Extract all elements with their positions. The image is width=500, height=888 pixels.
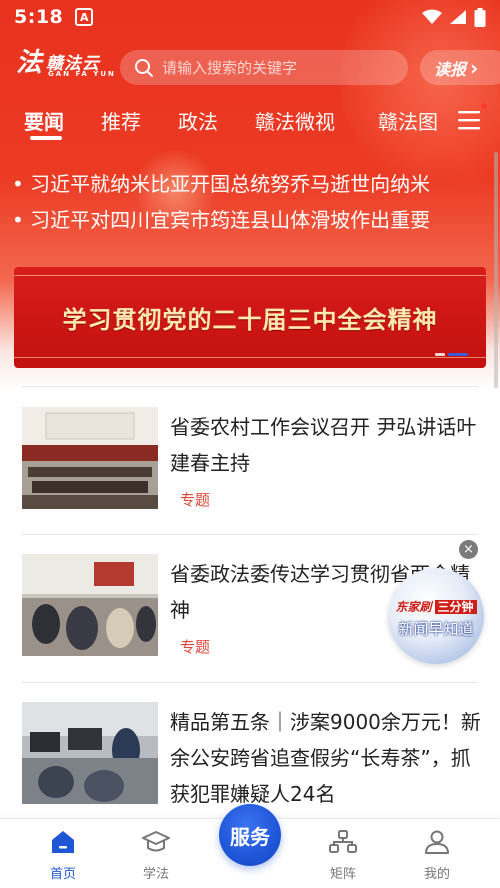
tab-micro-video[interactable]: 赣法微视 xyxy=(255,106,335,135)
nav-mine-label: 我的 xyxy=(423,867,450,882)
float-card-brand-a: 东家刷 xyxy=(395,600,432,614)
logo-mark: 法 xyxy=(16,48,43,78)
notification-dot xyxy=(481,103,487,109)
status-bar: 5:18 A xyxy=(0,0,500,34)
promo-banner[interactable]: 学习贯彻党的二十届三中全会精神 xyxy=(14,267,486,368)
nav-home-label: 首页 xyxy=(49,867,76,882)
divider xyxy=(22,534,478,535)
home-icon xyxy=(52,831,74,853)
user-icon xyxy=(425,830,449,854)
network-icon xyxy=(329,830,357,853)
ticker-item[interactable]: • 习近平就纳米比亚开国总统努乔马逝世向纳米 xyxy=(12,168,492,204)
news-thumbnail xyxy=(22,702,158,804)
search-icon xyxy=(135,58,153,77)
divider xyxy=(22,682,478,683)
nav-mine[interactable]: 我的 xyxy=(402,829,472,882)
float-card-brand: 东家刷 三分钟 xyxy=(388,598,484,615)
nav-matrix[interactable]: 矩阵 xyxy=(308,829,378,882)
read-label: 读报 xyxy=(434,59,467,79)
chevron-right-icon: › xyxy=(470,55,479,80)
banner-dot-active xyxy=(448,353,468,356)
news-title: 精品第五条｜涉案9000余万元！新余公安跨省追查假劣“长寿茶”，抓获犯罪嫌疑人2… xyxy=(170,710,481,806)
notification-app-icon: A xyxy=(75,8,94,26)
menu-icon[interactable] xyxy=(456,108,482,132)
battery-icon xyxy=(474,7,486,27)
news-item[interactable]: 省委农村工作会议召开 尹弘讲话叶建春主持 专题 xyxy=(22,407,478,509)
logo-pinyin: GAN FA YUN xyxy=(48,70,116,78)
news-tag[interactable]: 专题 xyxy=(180,636,210,657)
tab-pictures[interactable]: 赣法图 xyxy=(378,106,438,135)
status-icons xyxy=(422,7,486,27)
banner-dot xyxy=(435,353,445,356)
banner-text: 学习贯彻党的二十届三中全会精神 xyxy=(62,306,438,334)
read-newspaper-button[interactable]: 读报 › xyxy=(420,50,500,85)
nav-matrix-label: 矩阵 xyxy=(329,867,356,882)
news-digest-floating-card[interactable]: 东家刷 三分钟 新闻早知道 xyxy=(388,568,484,664)
category-tabs: 要闻 推荐 政法 赣法微视 赣法图 xyxy=(0,100,500,144)
signal-icon xyxy=(450,10,466,24)
news-tag[interactable]: 专题 xyxy=(180,489,210,510)
tab-headlines[interactable]: 要闻 xyxy=(24,106,64,135)
ticker-item[interactable]: • 习近平对四川宜宾市筠连县山体滑坡作出重要 xyxy=(12,204,492,240)
search-bar[interactable] xyxy=(120,50,408,85)
search-input[interactable] xyxy=(162,58,392,77)
service-button[interactable]: 服务 xyxy=(219,804,281,866)
float-card-caption: 新闻早知道 xyxy=(398,620,474,638)
nav-study-law-label: 学法 xyxy=(142,867,169,882)
app-logo[interactable]: 法 赣法云 GAN FA YUN xyxy=(16,48,116,86)
scrollbar[interactable] xyxy=(494,152,498,388)
graduation-cap-icon xyxy=(142,831,170,852)
nav-study-law[interactable]: 学法 xyxy=(121,829,191,882)
nav-home[interactable]: 首页 xyxy=(28,829,98,882)
float-card-brand-b: 三分钟 xyxy=(434,600,477,614)
close-icon[interactable]: × xyxy=(459,540,478,559)
top-bar: 法 赣法云 GAN FA YUN 读报 › xyxy=(0,48,500,88)
status-time: 5:18 xyxy=(14,6,64,28)
tab-politics-law[interactable]: 政法 xyxy=(178,106,218,135)
news-title: 省委农村工作会议召开 尹弘讲话叶建春主持 xyxy=(170,415,477,475)
banner-pagination xyxy=(435,353,468,356)
divider xyxy=(22,386,478,387)
headline-ticker: • 习近平就纳米比亚开国总统努乔马逝世向纳米 • 习近平对四川宜宾市筠连县山体滑… xyxy=(12,168,492,240)
news-item[interactable]: 精品第五条｜涉案9000余万元！新余公安跨省追查假劣“长寿茶”，抓获犯罪嫌疑人2… xyxy=(22,702,481,812)
news-thumbnail xyxy=(22,554,158,656)
active-tab-indicator xyxy=(30,136,62,140)
wifi-icon xyxy=(422,9,442,24)
news-thumbnail xyxy=(22,407,158,509)
tab-recommend[interactable]: 推荐 xyxy=(101,106,141,135)
